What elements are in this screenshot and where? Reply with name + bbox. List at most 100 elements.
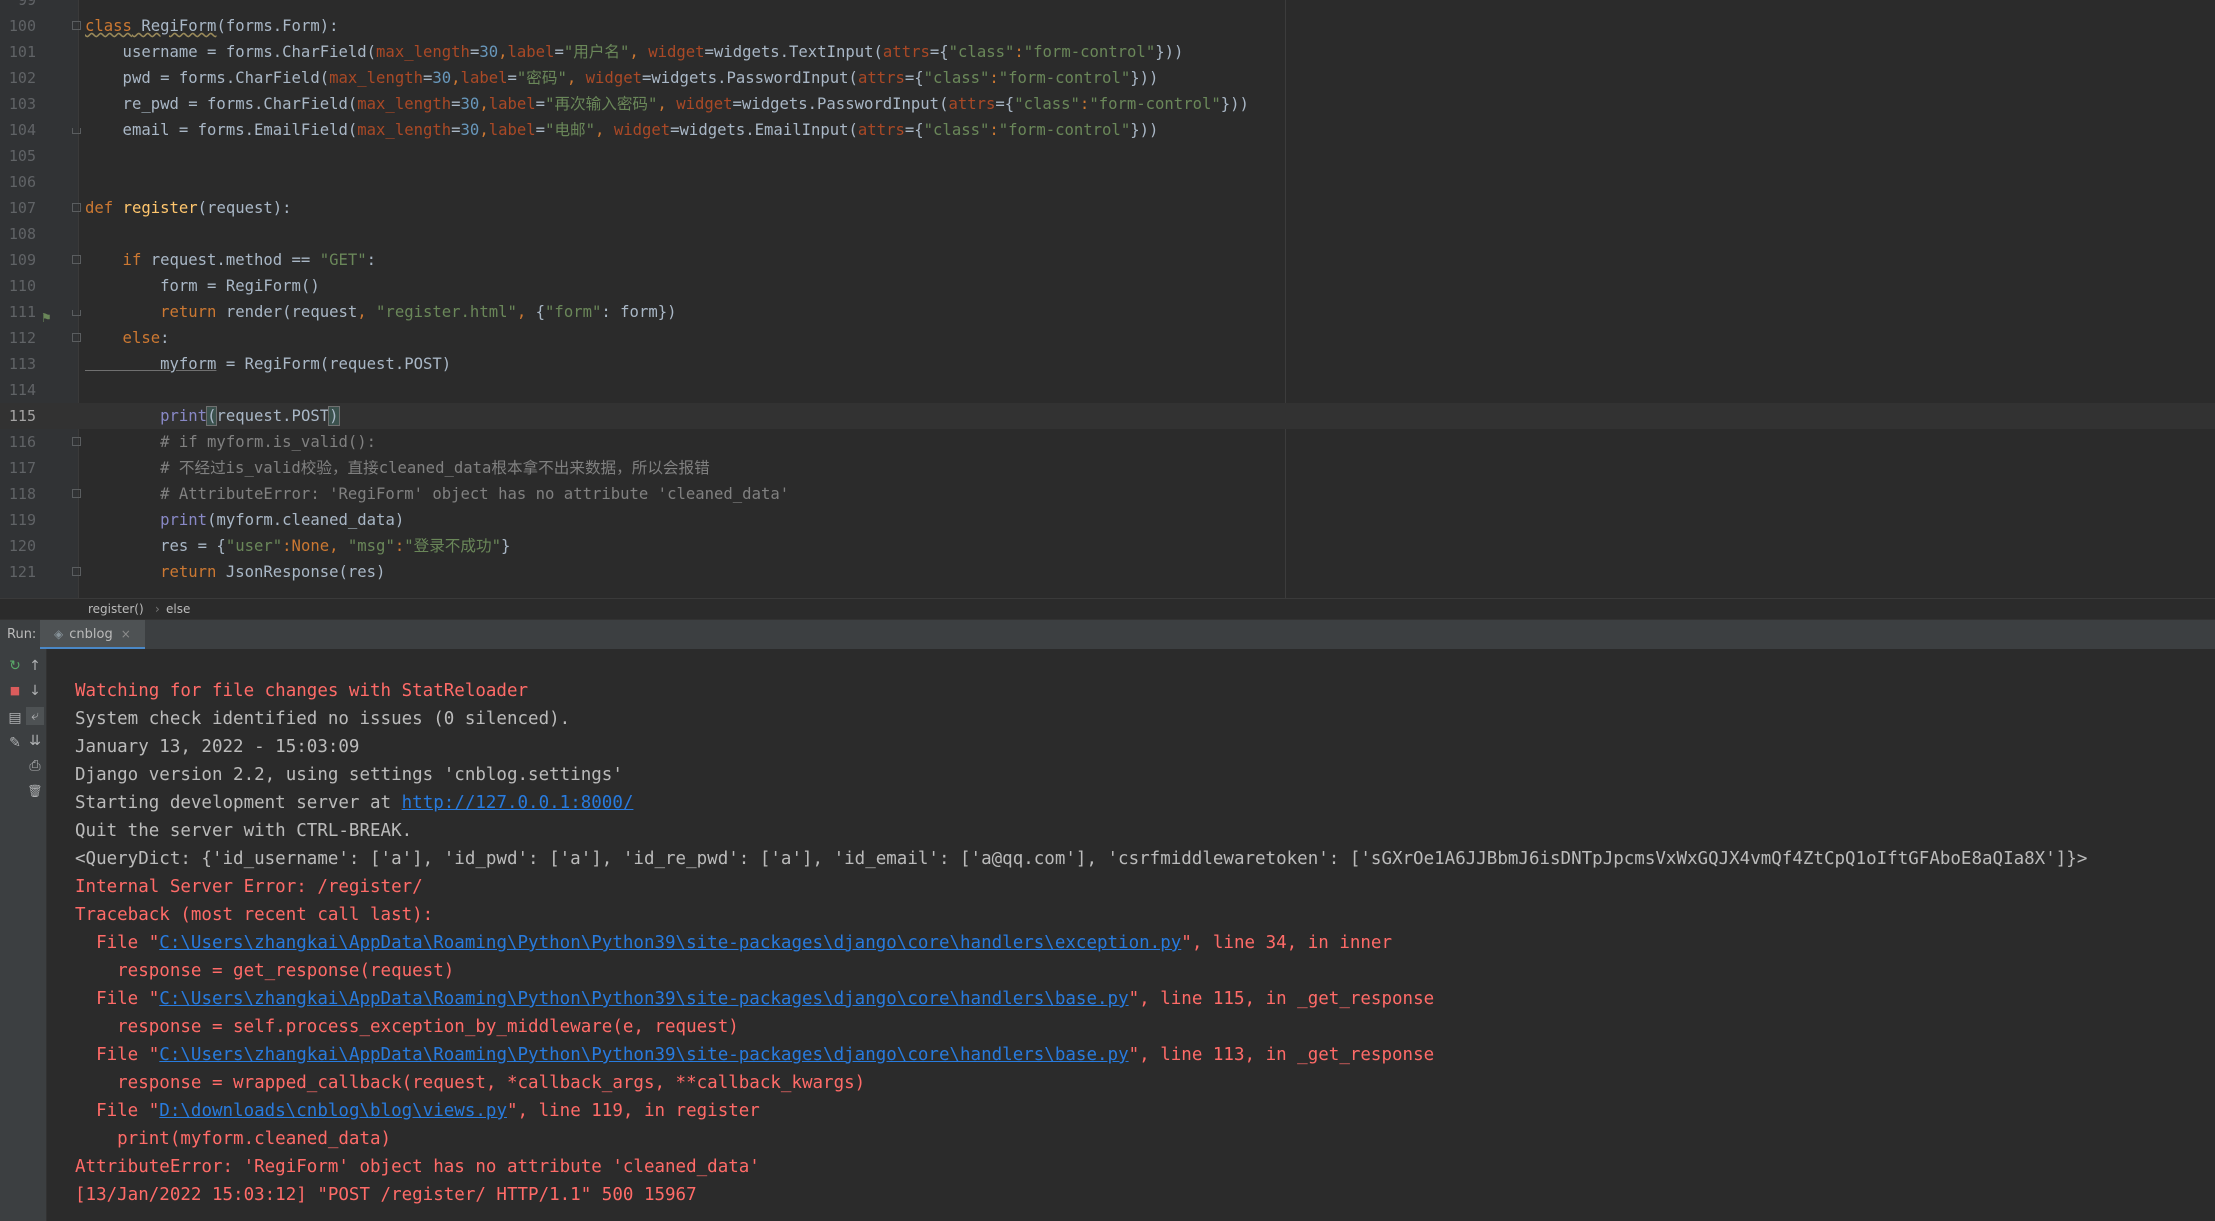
code-line[interactable]: 116 # if myform.is_valid(): [0,429,2215,455]
code-line[interactable]: 120 res = {"user":None, "msg":"登录不成功"} [0,533,2215,559]
code-line[interactable]: 105 [0,143,2215,169]
console-line: File "C:\Users\zhangkai\AppData\Roaming\… [75,985,1434,1013]
code-token: = [507,69,517,87]
scroll-to-end-icon[interactable]: ⇊ [26,732,44,750]
line-number: 102 [8,69,36,87]
code-line[interactable]: 111 return render(request, "register.htm… [0,299,2215,325]
code-text: if request.method == "GET": [85,247,377,273]
fold-marker-icon[interactable] [72,310,81,316]
code-token: : [1014,43,1024,61]
code-token: max_length [357,121,452,139]
console-text: File " [75,1101,160,1121]
code-line[interactable]: 117 # 不经过is_valid校验，直接cleaned_data根本拿不出来… [0,455,2215,481]
console-text: response = get_response(request) [75,961,455,981]
console-line: AttributeError: 'RegiForm' object has no… [75,1153,760,1181]
code-line[interactable]: 106 [0,169,2215,195]
django-icon: ◈ [54,627,64,641]
code-line[interactable]: 99 [0,0,2215,13]
console-text: Starting development server at [75,793,402,813]
code-token: "密码" [516,69,567,87]
up-icon[interactable]: ↑ [26,657,44,675]
console-text: ", line 115, in _get_response [1128,989,1435,1009]
console-link[interactable]: C:\Users\zhangkai\AppData\Roaming\Python… [159,989,1128,1009]
console-line: File "C:\Users\zhangkai\AppData\Roaming\… [75,929,1392,957]
console-link[interactable]: C:\Users\zhangkai\AppData\Roaming\Python… [159,1045,1128,1065]
down-icon[interactable]: ↓ [26,682,44,700]
console-link[interactable]: D:\downloads\cnblog\blog\views.py [159,1101,507,1121]
code-text: form = RegiForm() [85,273,320,299]
code-token: request.POST [216,407,330,425]
code-text: myform = RegiForm(request.POST) [85,351,451,377]
code-line[interactable]: 101 username = forms.CharField(max_lengt… [0,39,2215,65]
code-token: max_length [357,95,452,113]
code-token: : [989,69,999,87]
code-text: else: [85,325,170,351]
console-link[interactable]: C:\Users\zhangkai\AppData\Roaming\Python… [159,933,1181,953]
close-icon[interactable]: × [121,627,131,641]
code-line[interactable]: 112 else: [0,325,2215,351]
run-console-output[interactable]: Watching for file changes with StatReloa… [47,649,2215,1221]
code-token: return [85,303,226,321]
code-token: label [507,43,555,61]
console-link[interactable]: http://127.0.0.1:8000/ [402,793,634,813]
console-text: print(myform.cleaned_data) [75,1129,392,1149]
fold-marker-icon[interactable] [72,437,81,446]
layout-icon[interactable]: ▤ [6,709,24,727]
console-line: Internal Server Error: /register/ [75,873,423,901]
fold-marker-icon[interactable] [72,203,81,212]
code-line[interactable]: 103 re_pwd = forms.CharField(max_length=… [0,91,2215,117]
code-line[interactable]: 104 email = forms.EmailField(max_length=… [0,117,2215,143]
console-text: File " [75,989,160,1009]
rerun-icon[interactable]: ↻ [6,657,24,675]
code-token: , [657,95,677,113]
fold-marker-icon[interactable] [72,489,81,498]
code-token: 30 [479,43,499,61]
code-text: return render(request, "register.html", … [85,299,677,325]
code-text: pwd = forms.CharField(max_length=30,labe… [85,65,1159,91]
code-text: class RegiForm(forms.Form): [85,13,339,39]
code-token: : [394,537,405,555]
console-text: January 13, 2022 - 15:03:09 [75,737,360,757]
code-line[interactable]: 100 class RegiForm(forms.Form): [0,13,2215,39]
fold-marker-icon[interactable] [72,255,81,264]
console-text: Internal Server Error: /register/ [75,877,423,897]
code-token: : [160,329,170,347]
code-token: : form}) [601,303,677,321]
code-line[interactable]: 113 myform = RegiForm(request.POST) [0,351,2215,377]
code-line[interactable]: 108 [0,221,2215,247]
code-token: "msg" [347,537,395,555]
code-line[interactable]: 109 if request.method == "GET": [0,247,2215,273]
breadcrumb-block[interactable]: else [166,602,190,616]
trash-icon[interactable]: 🗑 [26,782,44,800]
code-line[interactable]: 121 return JsonResponse(res) [0,559,2215,585]
run-label: Run: [7,627,37,642]
code-editor[interactable]: 99 100 class RegiForm(forms.Form): 101 user… [0,0,2215,598]
code-line[interactable]: 119 print(myform.cleaned_data) [0,507,2215,533]
fold-marker-icon[interactable] [72,567,81,576]
line-number: 101 [8,43,36,61]
stop-icon[interactable]: ■ [6,682,24,700]
code-token: widget [585,69,642,87]
pin-icon[interactable]: ✎ [6,734,24,752]
code-token: 30 [460,121,480,139]
code-line[interactable]: 114 [0,377,2215,403]
fold-marker-icon[interactable] [72,333,81,342]
line-number: 105 [8,147,36,165]
code-line[interactable]: 115 print(request.POST) [0,403,2215,429]
run-gutter-icon[interactable]: ⚑ [42,310,58,326]
code-token: label [488,121,536,139]
soft-wrap-icon[interactable]: ⤶ [26,707,44,725]
code-line[interactable]: 102 pwd = forms.CharField(max_length=30,… [0,65,2215,91]
code-line[interactable]: 107 def register(request): [0,195,2215,221]
code-line[interactable]: 110 form = RegiForm() [0,273,2215,299]
line-number: 104 [8,121,36,139]
code-line[interactable]: 118 # AttributeError: 'RegiForm' object … [0,481,2215,507]
print-icon[interactable]: ⎙ [26,757,44,775]
code-token: attrs [857,69,905,87]
tab-cnblog[interactable]: ◈ cnblog × [40,620,145,650]
fold-marker-icon[interactable] [72,21,81,30]
code-token: attrs [948,95,996,113]
console-text: ", line 113, in _get_response [1128,1045,1435,1065]
fold-marker-icon[interactable] [72,128,81,134]
breadcrumb-function[interactable]: register() [88,602,144,616]
